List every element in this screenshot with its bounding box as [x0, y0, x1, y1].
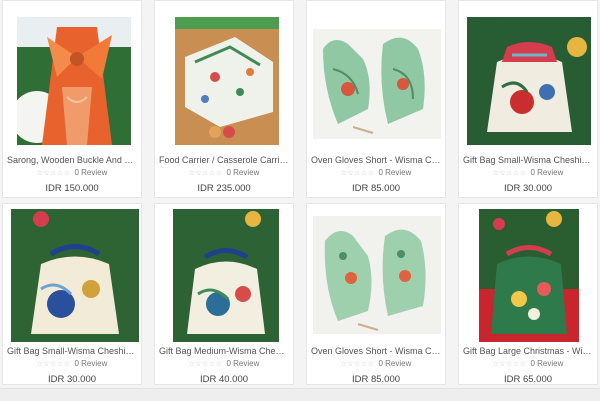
product-rating: ☆☆☆☆☆ 0 Review: [307, 168, 445, 177]
product-rating: ☆☆☆☆☆ 0 Review: [155, 359, 293, 368]
review-count: 0 Review: [226, 168, 260, 177]
product-card[interactable]: Oven Gloves Short - Wisma Chesh... ☆☆☆☆☆…: [306, 203, 446, 385]
product-rating: ☆☆☆☆☆ 0 Review: [459, 168, 597, 177]
rating-stars-icon: ☆☆☆☆☆: [188, 170, 223, 177]
review-count: 0 Review: [530, 168, 564, 177]
rating-stars-icon: ☆☆☆☆☆: [36, 170, 71, 177]
product-price: IDR 235.000: [197, 183, 251, 194]
product-image[interactable]: [175, 17, 279, 145]
product-rating: ☆☆☆☆☆ 0 Review: [3, 168, 141, 177]
gift-bag-photo-icon: [11, 209, 139, 342]
product-image[interactable]: [467, 17, 591, 145]
product-price: IDR 30.000: [503, 183, 553, 194]
gift-bag-photo-icon: [173, 209, 279, 342]
product-title[interactable]: Gift Bag Small-Wisma Cheshire - ...: [463, 155, 593, 165]
review-count: 0 Review: [378, 359, 412, 368]
product-title[interactable]: Gift Bag Medium-Wisma Cheshire...: [159, 346, 289, 356]
product-image[interactable]: [173, 209, 279, 342]
gift-bag-red-photo-icon: [479, 209, 579, 342]
product-rating: ☆☆☆☆☆ 0 Review: [3, 359, 141, 368]
product-title[interactable]: Sarong, Wooden Buckle And Mas...: [7, 155, 137, 165]
review-count: 0 Review: [378, 168, 412, 177]
product-card[interactable]: Gift Bag Small-Wisma Cheshire - ... ☆☆☆☆…: [458, 0, 598, 198]
product-title[interactable]: Gift Bag Small-Wisma Cheshire - ...: [7, 346, 137, 356]
product-price: IDR 85.000: [351, 183, 401, 194]
product-card[interactable]: Sarong, Wooden Buckle And Mas... ☆☆☆☆☆ 0 …: [2, 0, 142, 198]
product-rating: ☆☆☆☆☆ 0 Review: [459, 359, 597, 368]
product-price: IDR 40.000: [199, 374, 249, 385]
review-count: 0 Review: [74, 359, 108, 368]
food-carrier-photo-icon: [175, 17, 279, 145]
product-image[interactable]: [17, 17, 131, 145]
rating-stars-icon: ☆☆☆☆☆: [340, 361, 375, 368]
product-rating: ☆☆☆☆☆ 0 Review: [155, 168, 293, 177]
product-card[interactable]: Food Carrier / Casserole Carrier-... ☆☆☆…: [154, 0, 294, 198]
product-card[interactable]: Gift Bag Medium-Wisma Cheshire... ☆☆☆☆☆ 0…: [154, 203, 294, 385]
oven-gloves-photo-icon: [313, 216, 441, 334]
product-rating: ☆☆☆☆☆ 0 Review: [307, 359, 445, 368]
product-card[interactable]: Gift Bag Small-Wisma Cheshire - ... ☆☆☆☆…: [2, 203, 142, 385]
sarong-orange-photo-icon: [17, 17, 131, 145]
review-count: 0 Review: [74, 168, 108, 177]
product-card[interactable]: Oven Gloves Short - Wisma Cheshi... ☆☆☆☆…: [306, 0, 446, 198]
rating-stars-icon: ☆☆☆☆☆: [340, 170, 375, 177]
product-image[interactable]: [11, 209, 139, 342]
rating-stars-icon: ☆☆☆☆☆: [36, 361, 71, 368]
product-image[interactable]: [313, 216, 441, 334]
product-image[interactable]: [479, 209, 579, 342]
product-price: IDR 65.000: [503, 374, 553, 385]
gift-bag-photo-icon: [467, 17, 591, 145]
product-price: IDR 150.000: [45, 183, 99, 194]
review-count: 0 Review: [226, 359, 260, 368]
product-price: IDR 85.000: [351, 374, 401, 385]
product-price: IDR 30.000: [47, 374, 97, 385]
product-title[interactable]: Food Carrier / Casserole Carrier-...: [159, 155, 289, 165]
rating-stars-icon: ☆☆☆☆☆: [492, 361, 527, 368]
product-grid: Sarong, Wooden Buckle And Mas... ☆☆☆☆☆ 0 …: [0, 0, 600, 400]
oven-gloves-photo-icon: [313, 29, 441, 139]
rating-stars-icon: ☆☆☆☆☆: [188, 361, 223, 368]
product-image[interactable]: [313, 29, 441, 139]
review-count: 0 Review: [530, 359, 564, 368]
product-card[interactable]: Gift Bag Large Christmas - Wisma ... ☆☆☆…: [458, 203, 598, 385]
product-title[interactable]: Gift Bag Large Christmas - Wisma ...: [463, 346, 593, 356]
product-title[interactable]: Oven Gloves Short - Wisma Cheshi...: [311, 155, 441, 165]
rating-stars-icon: ☆☆☆☆☆: [492, 170, 527, 177]
page-footer-strip: [0, 388, 600, 401]
product-title[interactable]: Oven Gloves Short - Wisma Chesh...: [311, 346, 441, 356]
